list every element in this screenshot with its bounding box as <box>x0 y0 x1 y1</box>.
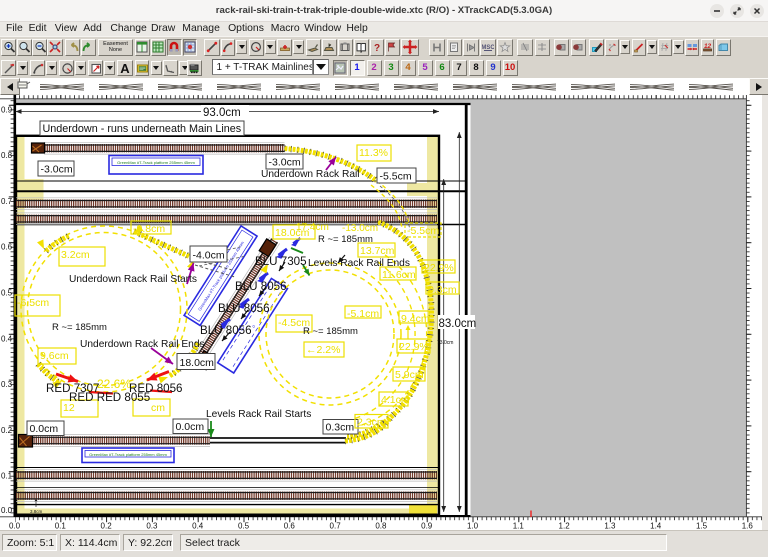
svg-text:0.2: 0.2 <box>101 522 113 531</box>
svg-text:Underdown Rack Rail Ends: Underdown Rack Rail Ends <box>80 339 205 350</box>
svg-text:0.4: 0.4 <box>192 522 204 531</box>
svg-text:Levels Rack Rail Starts: Levels Rack Rail Starts <box>206 409 311 420</box>
svg-text:0.6: 0.6 <box>1 243 13 252</box>
svg-text:0.0cm: 0.0cm <box>176 421 205 433</box>
svg-text:1.1: 1.1 <box>513 522 525 531</box>
svg-text:1.0: 1.0 <box>467 522 479 531</box>
svg-text:?: ? <box>373 43 379 53</box>
svg-text:0.3: 0.3 <box>1 380 13 389</box>
svg-text:11.6cm: 11.6cm <box>382 269 416 281</box>
svg-text:73.0cm: 73.0cm <box>437 340 453 346</box>
svg-text:0.5: 0.5 <box>1 289 13 298</box>
svg-text:9.4cm: 9.4cm <box>401 313 430 325</box>
svg-text:-13.0cm: -13.0cm <box>342 223 378 234</box>
svg-text:0.0cm: 0.0cm <box>30 423 59 435</box>
svg-text:R ~= 185mm: R ~= 185mm <box>303 326 358 337</box>
svg-text:0.0: 0.0 <box>1 506 13 515</box>
svg-text:-5.1cm: -5.1cm <box>347 308 379 320</box>
svg-text:9.6cm: 9.6cm <box>40 350 69 362</box>
svg-text:2.3cm: 2.3cm <box>357 417 386 429</box>
svg-text:13.7cm: 13.7cm <box>360 245 395 257</box>
svg-text:←2.2%: ←2.2% <box>306 344 340 356</box>
svg-text:1.2: 1.2 <box>559 522 571 531</box>
svg-text:93.0cm: 93.0cm <box>203 107 241 119</box>
svg-text:-6.5cm: -6.5cm <box>17 297 49 309</box>
svg-text:0.5: 0.5 <box>238 522 250 531</box>
svg-text:4.1cm: 4.1cm <box>381 394 410 406</box>
svg-text:Underdown Rack Rail: Underdown Rack Rail <box>261 169 360 180</box>
svg-text:-4.0cm: -4.0cm <box>193 250 225 262</box>
svg-text:0.9: 0.9 <box>421 522 433 531</box>
svg-text:22.6%: 22.6% <box>97 377 131 391</box>
svg-text:R ~= 185mm: R ~= 185mm <box>52 322 107 333</box>
svg-text:Levels Rack Rail Ends: Levels Rack Rail Ends <box>308 258 410 269</box>
svg-text:0.7: 0.7 <box>1 197 13 206</box>
svg-text:1.5: 1.5 <box>696 522 708 531</box>
svg-text:0.3: 0.3 <box>146 522 158 531</box>
svg-text:cm: cm <box>151 402 165 414</box>
svg-text:Underdown Rack Rail Starts: Underdown Rack Rail Starts <box>69 274 197 285</box>
svg-text:3.2cm: 3.2cm <box>61 249 90 261</box>
svg-text:0.4: 0.4 <box>1 334 13 343</box>
svg-text:-3.0cm: -3.0cm <box>41 164 73 176</box>
svg-text:Underdown - runs underneath Ma: Underdown - runs underneath Main Lines <box>43 123 242 135</box>
svg-text:17.4cm: 17.4cm <box>296 222 329 233</box>
svg-text:-3.0cm: -3.0cm <box>269 157 301 169</box>
svg-text:-0.8cm: -0.8cm <box>133 223 165 235</box>
svg-text:BLU 8056: BLU 8056 <box>200 324 252 337</box>
svg-text:BLU 8056: BLU 8056 <box>235 280 287 293</box>
svg-text:R ~= 185mm: R ~= 185mm <box>318 234 373 245</box>
svg-text:11.3%: 11.3% <box>359 147 388 159</box>
svg-text:GreenMax #T-Track platform 255: GreenMax #T-Track platform 255mm 45mm <box>117 160 195 165</box>
svg-text:18.0cm: 18.0cm <box>180 357 215 369</box>
svg-text:22.9%: 22.9% <box>424 262 454 274</box>
svg-text:0.1: 0.1 <box>1 472 13 481</box>
svg-text:0.0: 0.0 <box>9 522 21 531</box>
svg-text:BLU 7305: BLU 7305 <box>255 255 307 268</box>
svg-text:0.7: 0.7 <box>330 522 342 531</box>
svg-text:3.8cm: 3.8cm <box>30 509 43 514</box>
svg-text:BLU 8056: BLU 8056 <box>218 302 270 315</box>
svg-text:0.3cm: 0.3cm <box>326 422 355 434</box>
svg-text:GreenMax #T-Track platform 255: GreenMax #T-Track platform 255mm 45mm <box>89 452 167 457</box>
svg-text:1.4: 1.4 <box>650 522 662 531</box>
svg-text:22.9%: 22.9% <box>399 341 429 353</box>
svg-text:0.8: 0.8 <box>1 151 13 160</box>
svg-text:1.3: 1.3 <box>604 522 616 531</box>
svg-text:-5.5cm: -5.5cm <box>407 225 439 237</box>
svg-text:-5.5cm: -5.5cm <box>380 171 412 183</box>
svg-text:83.0cm: 83.0cm <box>439 318 477 330</box>
svg-text:A: A <box>120 61 130 75</box>
svg-text:1.6: 1.6 <box>742 522 754 531</box>
svg-text:0.1: 0.1 <box>55 522 67 531</box>
svg-text:RED RED 8055: RED RED 8055 <box>69 391 150 404</box>
svg-text:0.2: 0.2 <box>1 426 13 435</box>
svg-text:0.3cm: 0.3cm <box>428 284 457 296</box>
svg-text:0.9: 0.9 <box>1 105 13 114</box>
svg-text:5.9cm: 5.9cm <box>395 369 424 381</box>
svg-text:0.8: 0.8 <box>375 522 387 531</box>
svg-text:0.6: 0.6 <box>284 522 296 531</box>
